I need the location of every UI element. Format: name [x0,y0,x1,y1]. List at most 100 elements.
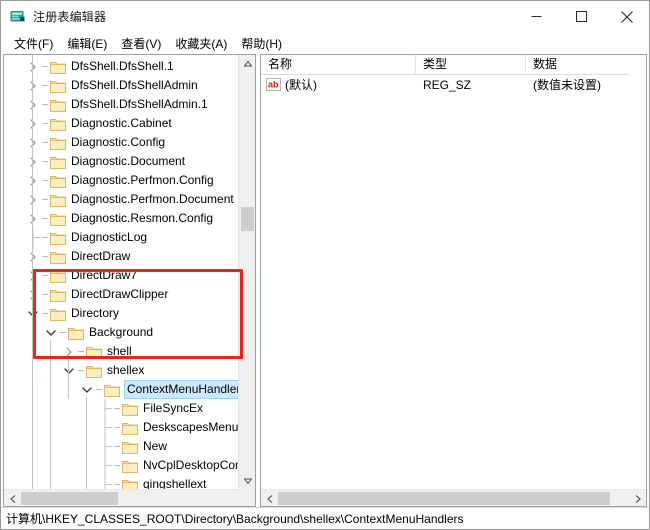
tree-hscroll-thumb[interactable] [21,492,118,505]
chevron-right-icon[interactable] [25,190,41,209]
chevron-right-icon[interactable] [25,247,41,266]
chevron-right-icon[interactable] [25,76,41,95]
tree-item-dfsshell-dfsshelladmin-1[interactable]: DfsShell.DfsShellAdmin.1 [4,95,238,114]
tree-item-shellex[interactable]: shellex [4,361,238,380]
chevron-down-icon[interactable] [25,304,41,323]
menu-help[interactable]: 帮助(H) [234,33,289,54]
tree-item-nvcpldesktopcont[interactable]: NvCplDesktopCont [4,456,238,475]
menu-view[interactable]: 查看(V) [114,33,168,54]
values-horizontal-scrollbar[interactable] [261,489,646,506]
tree-item-directory[interactable]: Directory [4,304,238,323]
tree-item-diagnostic-perfmon-document[interactable]: Diagnostic.Perfmon.Document [4,190,238,209]
minimize-button[interactable] [514,1,559,32]
tree-item-qingshellext[interactable]: qingshellext [4,475,238,489]
scroll-left-icon[interactable] [4,490,21,506]
menu-favorites[interactable]: 收藏夹(A) [168,33,234,54]
folder-icon [50,250,66,264]
menu-edit[interactable]: 编辑(E) [60,33,114,54]
tree-item-label: DfsShell.DfsShellAdmin [71,78,198,92]
values-hscroll-thumb[interactable] [278,492,610,505]
tree-item-label: Diagnostic.Perfmon.Document [71,192,234,206]
tree-item-diagnosticlog[interactable]: DiagnosticLog [4,228,238,247]
tree-item-filesyncex[interactable]: FileSyncEx [4,399,238,418]
tree-item-label: shellex [107,363,145,377]
tree-item-label: Diagnostic.Perfmon.Config [71,173,214,187]
tree-item-deskscapesmenu[interactable]: DeskscapesMenu [4,418,238,437]
tree-item-shell[interactable]: shell [4,342,238,361]
menu-file[interactable]: 文件(F) [7,33,60,54]
folder-icon [104,383,120,397]
scroll-left-icon[interactable] [261,490,278,506]
folder-icon [50,60,66,74]
tree-item-diagnostic-resmon-config[interactable]: Diagnostic.Resmon.Config [4,209,238,228]
tree-horizontal-scrollbar[interactable] [4,489,255,506]
registry-tree[interactable]: DfsShell.DfsShell.1 DfsShell.DfsShellAdmi… [4,55,238,489]
tree-item-label: Diagnostic.Document [71,154,186,168]
chevron-right-icon[interactable] [25,266,41,285]
tree-item-label: DirectDrawClipper [71,287,169,301]
tree-connector [113,399,122,418]
folder-icon [122,440,138,454]
status-bar: 计算机\HKEY_CLASSES_ROOT\Directory\Backgrou… [1,507,649,529]
table-row[interactable]: ab (默认) REG_SZ (数值未设置) [261,75,629,94]
title-bar[interactable]: 注册表编辑器 [1,1,649,32]
chevron-right-icon[interactable] [25,57,41,76]
tree-connector [41,95,50,114]
tree-item-dfsshell-dfsshell-1[interactable]: DfsShell.DfsShell.1 [4,57,238,76]
registry-editor-icon [9,8,26,25]
tree-guide-line [86,397,87,489]
chevron-right-icon[interactable] [25,114,41,133]
tree-item-label: DirectDraw [71,249,131,263]
tree-item-diagnostic-document[interactable]: Diagnostic.Document [4,152,238,171]
tree-item-contextmenuhandlers[interactable]: ContextMenuHandlers [4,380,238,399]
chevron-down-icon[interactable] [61,361,77,380]
tree-item-new[interactable]: New [4,437,238,456]
scroll-down-icon[interactable] [239,472,255,489]
column-header-data[interactable]: 数据 [526,55,646,75]
folder-icon [50,117,66,131]
maximize-button[interactable] [559,1,604,32]
tree-item-diagnostic-perfmon-config[interactable]: Diagnostic.Perfmon.Config [4,171,238,190]
chevron-right-icon[interactable] [25,152,41,171]
tree-connector-stub [97,399,113,418]
folder-icon [50,269,66,283]
folder-icon [50,307,66,321]
tree-item-label: qingshellext [143,477,207,489]
scroll-right-icon[interactable] [629,490,646,506]
values-column-header[interactable]: 名称 类型 数据 [261,55,646,75]
tree-connector [41,152,50,171]
chevron-down-icon[interactable] [43,323,59,342]
tree-item-background[interactable]: Background [4,323,238,342]
values-rows[interactable]: ab (默认) REG_SZ (数值未设置) [261,75,629,489]
column-header-type[interactable]: 类型 [416,55,526,75]
value-data-cell: (数值未设置) [533,78,601,92]
chevron-right-icon[interactable] [61,342,77,361]
tree-connector [41,190,50,209]
tree-connector-stub [97,475,113,489]
tree-guide-line [68,359,69,399]
chevron-right-icon[interactable] [25,95,41,114]
scroll-up-icon[interactable] [239,55,255,72]
close-button[interactable] [604,1,649,32]
menu-bar: 文件(F) 编辑(E) 查看(V) 收藏夹(A) 帮助(H) [1,32,649,54]
folder-icon [50,98,66,112]
tree-vertical-scrollbar[interactable] [238,55,255,489]
chevron-right-icon[interactable] [25,285,41,304]
tree-scroll-thumb[interactable] [241,207,254,231]
tree-item-diagnostic-cabinet[interactable]: Diagnostic.Cabinet [4,114,238,133]
tree-item-dfsshell-dfsshelladmin[interactable]: DfsShell.DfsShellAdmin [4,76,238,95]
tree-guide-line [50,340,51,489]
tree-item-directdraw[interactable]: DirectDraw [4,247,238,266]
chevron-down-icon[interactable] [79,380,95,399]
tree-item-directdraw7[interactable]: DirectDraw7 [4,266,238,285]
folder-icon [50,288,66,302]
column-header-name[interactable]: 名称 [261,55,416,75]
tree-item-diagnostic-config[interactable]: Diagnostic.Config [4,133,238,152]
chevron-right-icon[interactable] [25,133,41,152]
content-area: DfsShell.DfsShell.1 DfsShell.DfsShellAdmi… [1,54,649,507]
chevron-right-icon[interactable] [25,171,41,190]
tree-connector [41,228,50,247]
registry-values-pane: 名称 类型 数据 ab (默认) REG_SZ (数值未设置) [260,54,647,507]
chevron-right-icon[interactable] [25,209,41,228]
tree-item-directdrawclipper[interactable]: DirectDrawClipper [4,285,238,304]
